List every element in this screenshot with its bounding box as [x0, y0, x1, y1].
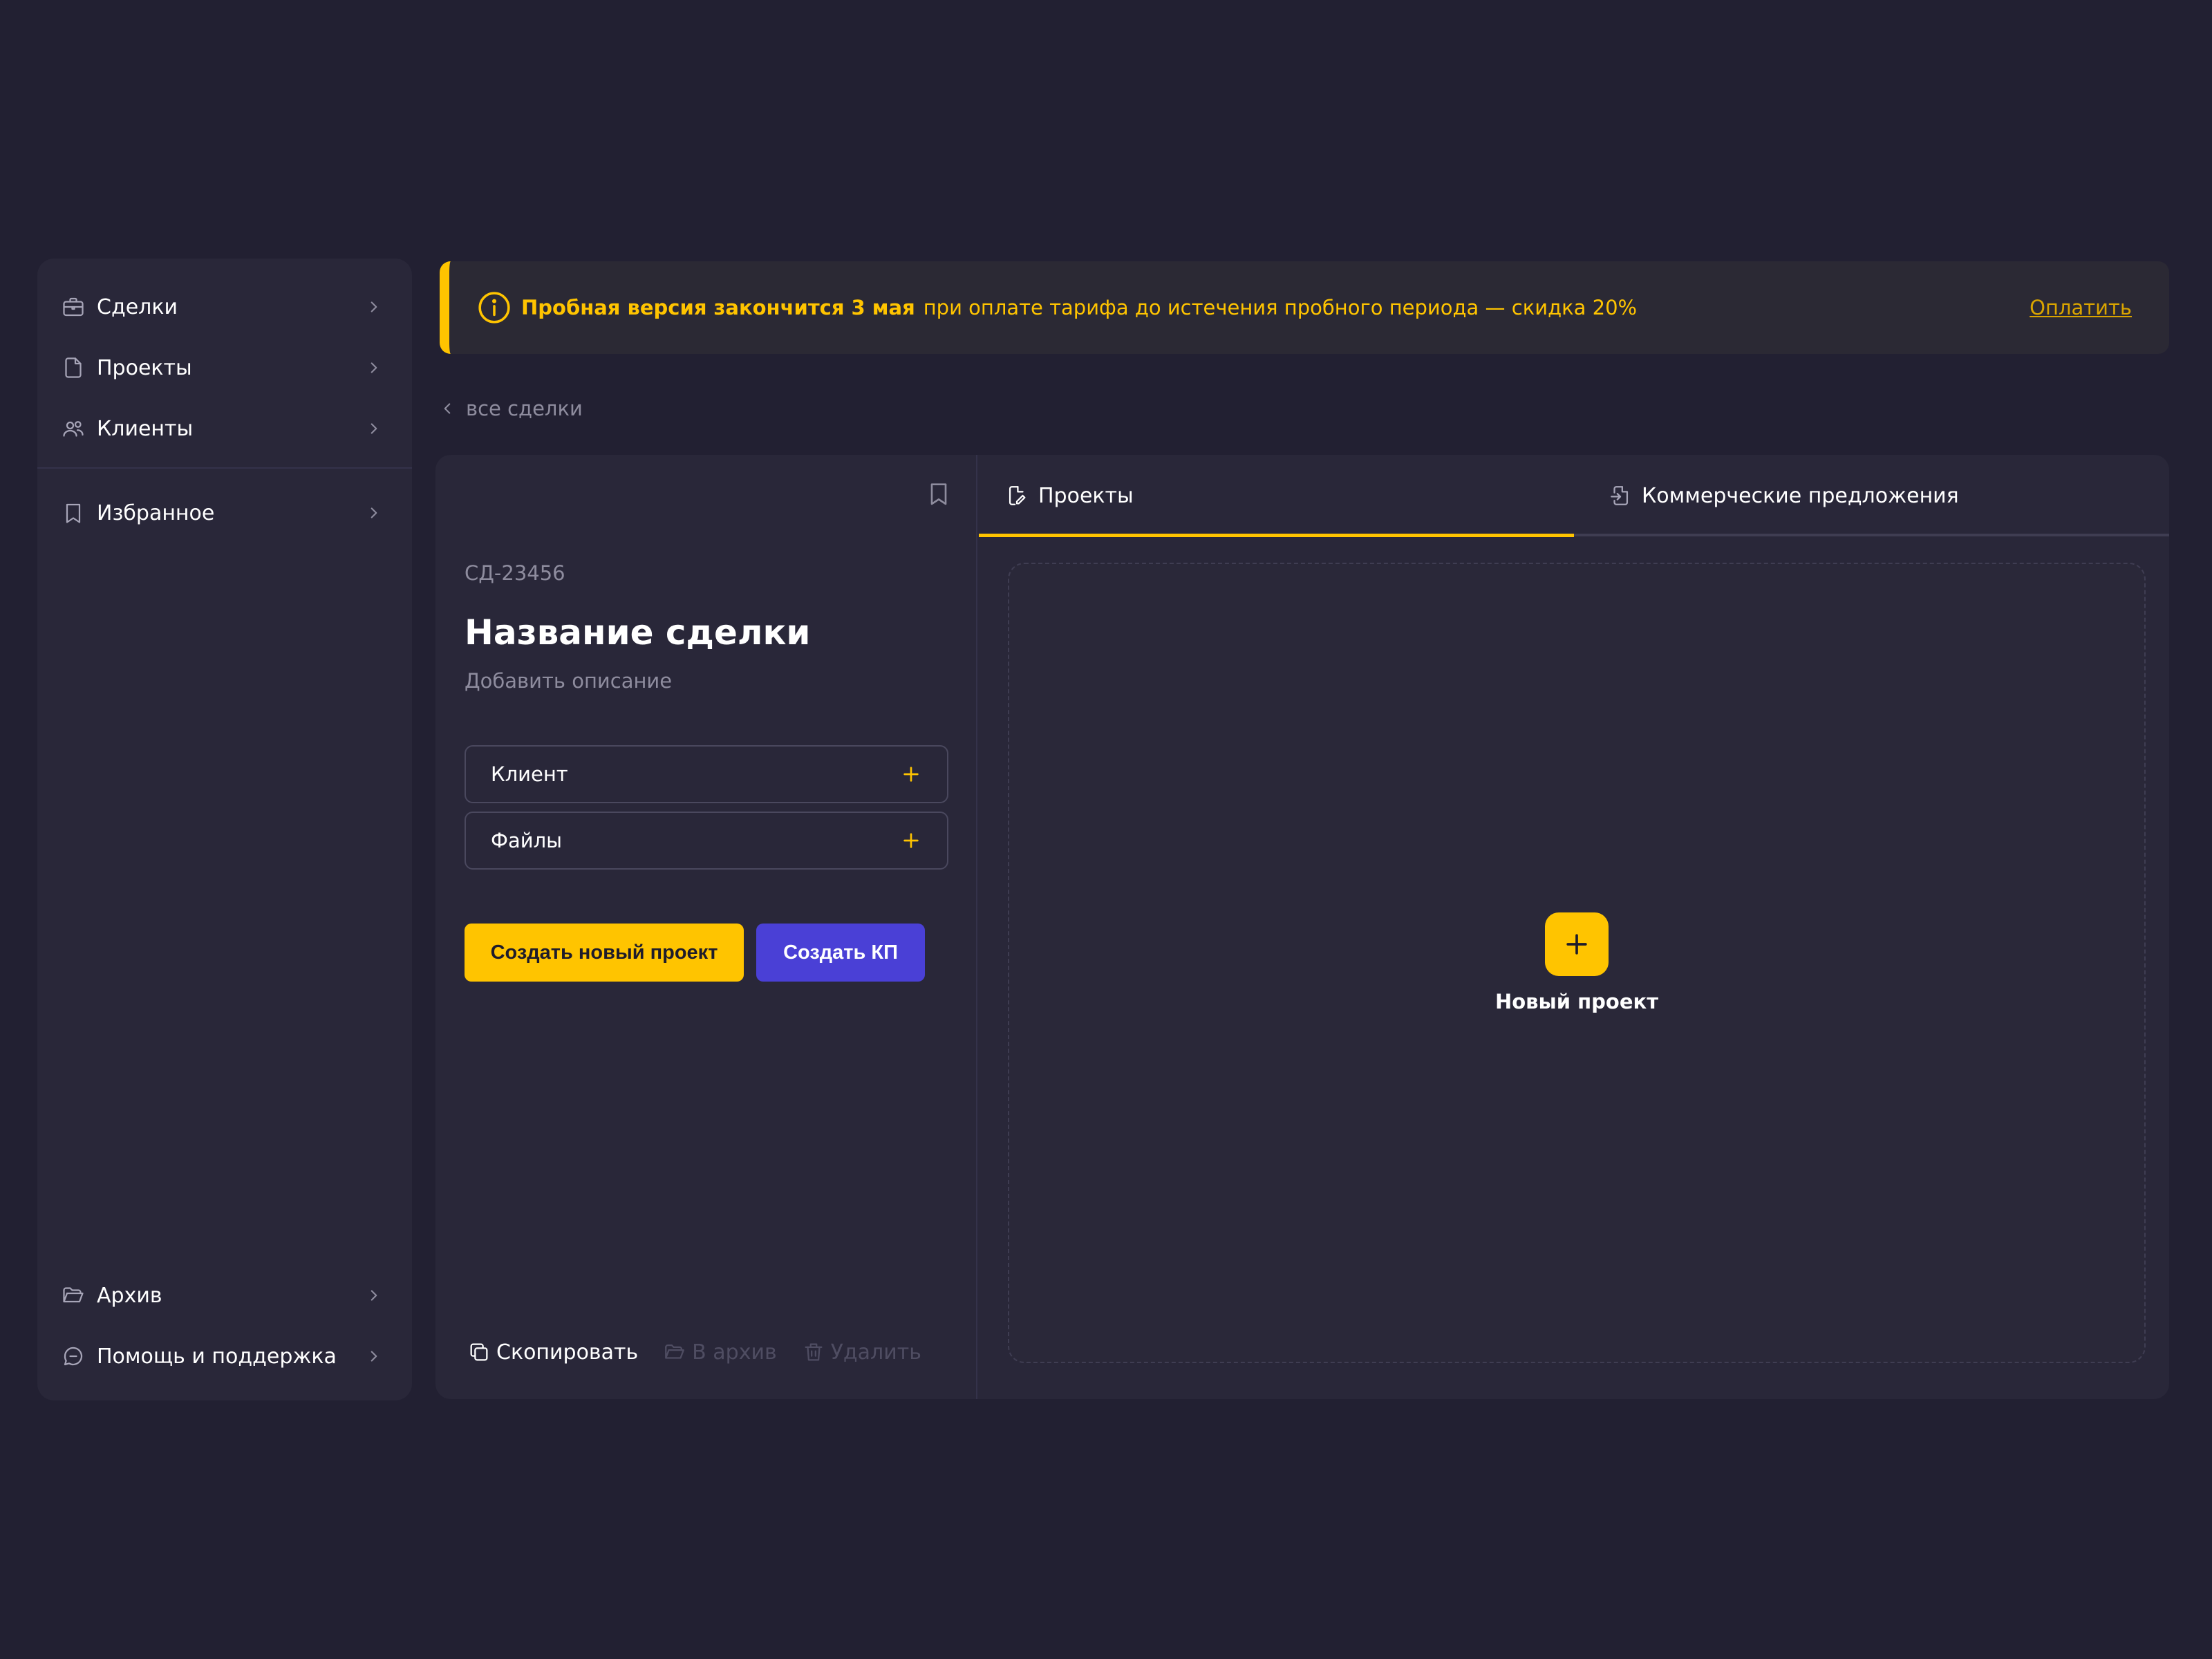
back-link-label: все сделки [466, 397, 583, 420]
trial-banner: Пробная версия закончится 3 мая при опла… [440, 261, 2169, 354]
back-to-deals-link[interactable]: все сделки [438, 391, 583, 426]
plus-icon[interactable] [900, 763, 922, 785]
sidebar-divider [37, 467, 412, 469]
sidebar-item-label: Архив [97, 1283, 162, 1308]
chevron-right-icon [365, 1347, 383, 1365]
new-project: Новый проект [1009, 564, 2144, 1362]
new-project-button[interactable] [1545, 912, 1609, 976]
chevron-left-icon [438, 400, 456, 418]
edit-document-icon [1005, 484, 1029, 507]
document-icon [61, 355, 86, 380]
deal-title[interactable]: Название сделки [465, 612, 810, 653]
tab-projects[interactable]: Проекты [979, 455, 1574, 536]
sidebar-item-deals[interactable]: Сделки [37, 276, 412, 337]
projects-dropzone: Новый проект [1008, 563, 2146, 1363]
chevron-right-icon [365, 359, 383, 377]
new-project-label: Новый проект [1494, 990, 1659, 1013]
chevron-right-icon [365, 1286, 383, 1304]
sidebar-item-archive[interactable]: Архив [37, 1265, 412, 1326]
chevron-right-icon [365, 504, 383, 522]
folder-open-icon [61, 1283, 86, 1308]
copy-button[interactable]: Скопировать [467, 1340, 638, 1365]
client-field[interactable]: Клиент [465, 745, 948, 803]
files-field[interactable]: Файлы [465, 812, 948, 870]
deal-id: СД-23456 [465, 561, 565, 585]
trial-banner-title: Пробная версия закончится 3 мая [521, 296, 915, 319]
delete-button[interactable]: Удалить [802, 1340, 921, 1365]
active-tab-indicator [979, 534, 1574, 537]
folder-open-icon [663, 1340, 686, 1364]
sidebar-item-label: Проекты [97, 355, 192, 380]
info-icon [477, 290, 512, 325]
users-icon [61, 416, 86, 441]
field-label: Файлы [491, 829, 563, 852]
trash-icon [802, 1340, 825, 1364]
pay-link[interactable]: Оплатить [2030, 296, 2132, 319]
sidebar-item-favorites[interactable]: Избранное [37, 482, 412, 543]
sidebar-item-support[interactable]: Помощь и поддержка [37, 1326, 412, 1387]
sidebar-item-label: Помощь и поддержка [97, 1344, 337, 1369]
archive-button[interactable]: В архив [663, 1340, 777, 1365]
trial-banner-message: при оплате тарифа до истечения пробного … [923, 296, 1638, 319]
sidebar-item-clients[interactable]: Клиенты [37, 398, 412, 459]
tab-label: Проекты [1038, 483, 1134, 508]
create-offer-button[interactable]: Создать КП [756, 924, 925, 982]
plus-icon [1562, 929, 1592, 959]
bookmark-icon [61, 500, 86, 525]
briefcase-icon [61, 294, 86, 319]
tab-commercial-offers[interactable]: Коммерческие предложения [1574, 455, 2169, 536]
field-label: Клиент [491, 762, 568, 786]
copy-icon [467, 1340, 491, 1364]
bookmark-icon[interactable] [925, 480, 953, 507]
deal-content-panel: Проекты Коммерческие предложения Новый п… [979, 455, 2169, 1399]
delete-label: Удалить [830, 1340, 921, 1365]
document-import-icon [1609, 484, 1632, 507]
tab-bar: Проекты Коммерческие предложения [979, 455, 2169, 537]
deal-card: СД-23456 Название сделки Добавить описан… [435, 455, 2169, 1399]
sidebar-item-label: Сделки [97, 294, 178, 319]
chevron-right-icon [365, 420, 383, 438]
deal-description-input[interactable]: Добавить описание [465, 669, 672, 693]
support-chat-icon [61, 1344, 86, 1369]
sidebar-item-label: Клиенты [97, 416, 194, 441]
sidebar-item-label: Избранное [97, 500, 215, 525]
deal-details-panel: СД-23456 Название сделки Добавить описан… [435, 455, 977, 1399]
plus-icon[interactable] [900, 830, 922, 852]
archive-label: В архив [692, 1340, 777, 1365]
create-project-button[interactable]: Создать новый проект [465, 924, 744, 982]
chevron-right-icon [365, 298, 383, 316]
deal-actions: Скопировать В архив Удалить [467, 1334, 946, 1370]
copy-label: Скопировать [496, 1340, 639, 1365]
sidebar: Сделки Проекты Клиенты Избранное Архив П… [37, 259, 412, 1400]
tab-label: Коммерческие предложения [1642, 483, 1959, 508]
sidebar-item-projects[interactable]: Проекты [37, 337, 412, 398]
